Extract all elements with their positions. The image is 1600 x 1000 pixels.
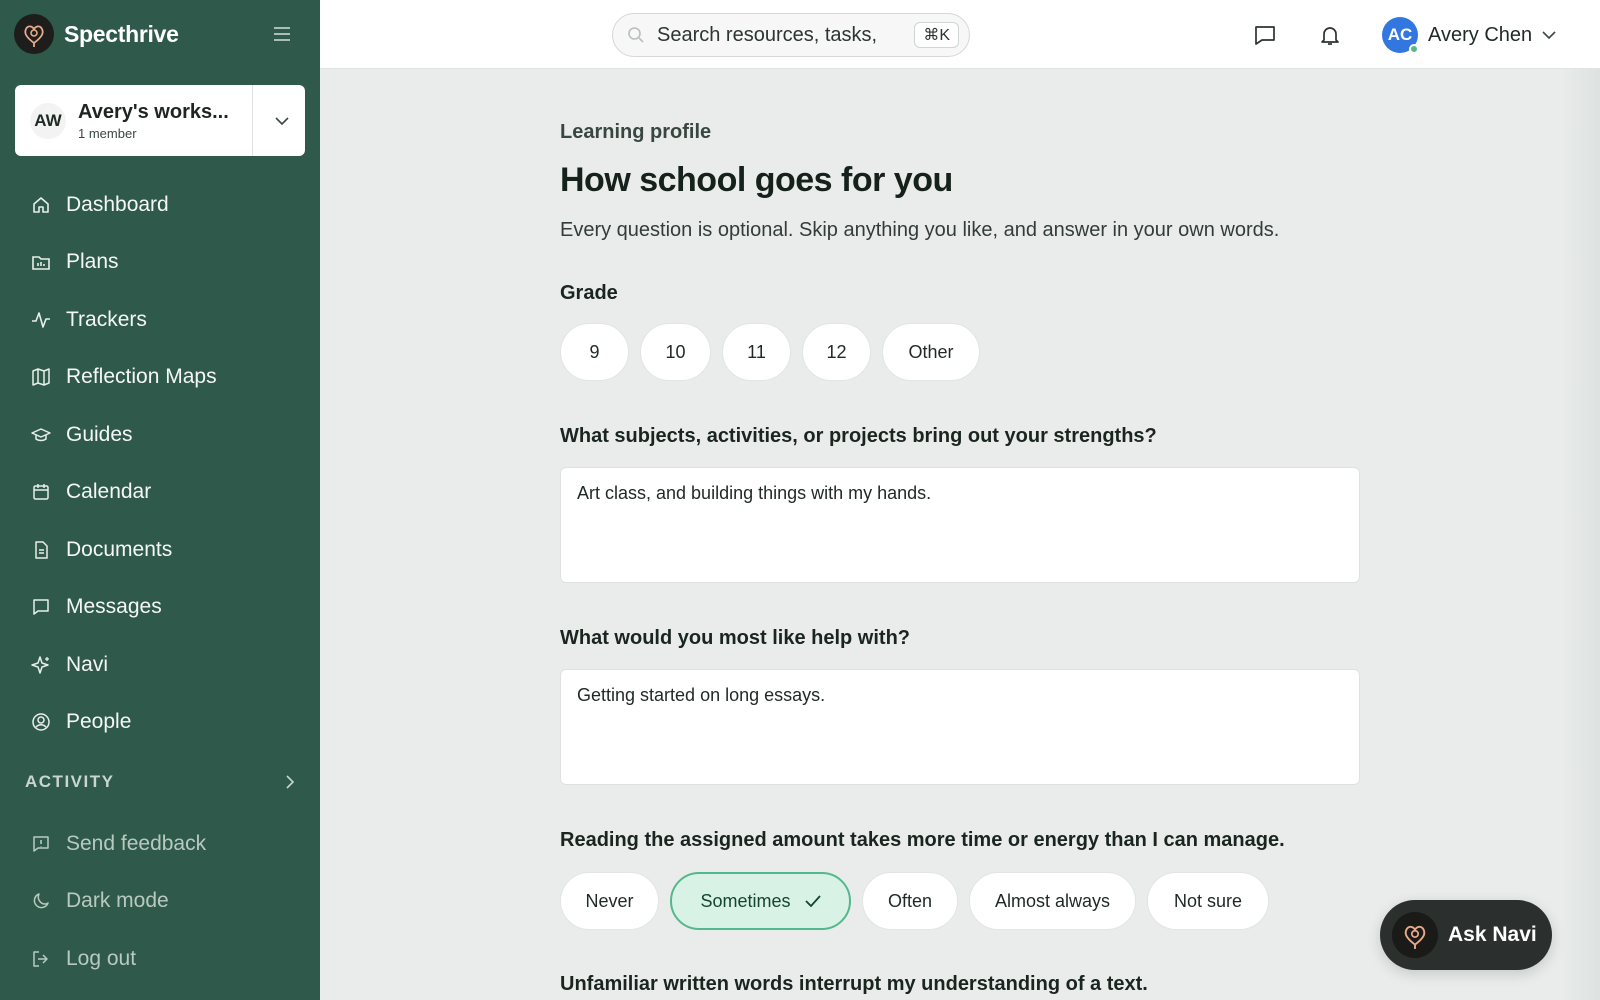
reading-option-sometimes-label: Sometimes (700, 890, 791, 911)
avatar: AC (1382, 17, 1419, 54)
ask-navi-button[interactable]: Ask Navi (1380, 900, 1552, 970)
strengths-answer-field[interactable]: Art class, and building things with my h… (560, 467, 1360, 583)
grade-option-12[interactable]: 12 (802, 323, 871, 381)
reading-option-never[interactable]: Never (560, 872, 659, 930)
online-status-dot (1409, 44, 1419, 54)
search-placeholder: Search resources, tasks, (657, 23, 878, 46)
navi-logo-icon (1392, 912, 1438, 958)
help-answer-field[interactable]: Getting started on long essays. (560, 669, 1360, 785)
sidebar-item-documents[interactable]: Documents (0, 521, 320, 579)
chevron-right-icon (286, 775, 295, 789)
graduation-cap-icon (31, 428, 51, 441)
sidebar-item-messages[interactable]: Messages (0, 579, 320, 637)
reading-option-almost-always[interactable]: Almost always (969, 872, 1136, 930)
sidebar-item-log-out[interactable]: Log out (0, 930, 320, 988)
home-icon (33, 196, 49, 213)
sidebar-item-calendar[interactable]: Calendar (0, 464, 320, 522)
sidebar-item-label: Log out (66, 946, 137, 970)
grade-options: 9 10 11 12 Other (560, 323, 980, 381)
reading-options: Never Sometimes Often Almost always Not … (560, 872, 1269, 930)
page-eyebrow: Learning profile (560, 121, 712, 143)
logout-icon (33, 951, 48, 967)
feedback-icon (33, 836, 49, 852)
grade-option-10[interactable]: 10 (640, 323, 711, 381)
secondary-nav: Send feedback Dark mode Log out (0, 815, 320, 988)
map-icon (32, 368, 50, 386)
activity-icon (32, 311, 50, 328)
sidebar-item-label: Send feedback (66, 831, 207, 855)
sidebar-item-label: Reflection Maps (66, 365, 217, 389)
search-shortcut-badge: ⌘K (914, 22, 959, 48)
reading-option-often[interactable]: Often (862, 872, 958, 930)
person-circle-icon (32, 713, 50, 731)
menu-collapse-icon[interactable] (270, 22, 294, 46)
sidebar-item-label: Guides (66, 422, 133, 446)
sidebar-item-label: Dashboard (66, 192, 169, 216)
sidebar-item-label: Navi (66, 652, 109, 676)
sidebar-item-label: People (66, 710, 132, 734)
page-title: How school goes for you (560, 161, 953, 199)
sidebar-item-send-feedback[interactable]: Send feedback (0, 815, 320, 873)
sidebar-item-dashboard[interactable]: Dashboard (0, 176, 320, 234)
topbar: Search resources, tasks, ⌘K AC Avery Che… (320, 0, 1600, 69)
reading-question: Reading the assigned amount takes more t… (560, 829, 1285, 851)
sidebar-item-plans[interactable]: Plans (0, 234, 320, 292)
sparkle-icon (31, 656, 49, 674)
brand-logo-icon (14, 14, 54, 54)
chevron-down-icon[interactable] (270, 109, 294, 133)
main-nav: Dashboard Plans Trackers Reflection Maps… (0, 176, 320, 751)
activity-section-toggle[interactable]: ACTIVITY (25, 770, 295, 794)
grade-option-9[interactable]: 9 (560, 323, 629, 381)
avatar-initials: AC (1387, 25, 1413, 44)
activity-section-label: ACTIVITY (25, 772, 115, 791)
chevron-down-icon (1542, 30, 1556, 39)
folder-chart-icon (32, 256, 50, 271)
search-input[interactable]: Search resources, tasks, ⌘K (612, 13, 970, 57)
help-question: What would you most like help with? (560, 627, 910, 649)
ask-navi-label: Ask Navi (1448, 923, 1537, 946)
strengths-question: What subjects, activities, or projects b… (560, 425, 1157, 447)
bell-icon[interactable] (1317, 22, 1343, 48)
user-menu[interactable]: AC Avery Chen (1382, 17, 1556, 54)
grade-option-11[interactable]: 11 (722, 323, 791, 381)
words-question: Unfamiliar written words interrupt my un… (560, 973, 1148, 995)
reading-option-sometimes[interactable]: Sometimes (670, 872, 851, 930)
brand-name: Specthrive (64, 20, 179, 47)
search-icon (628, 27, 644, 43)
chat-icon[interactable] (1252, 22, 1278, 48)
brand[interactable]: Specthrive (14, 14, 179, 54)
sidebar-item-navi[interactable]: Navi (0, 636, 320, 694)
document-icon (35, 541, 48, 559)
sidebar-item-people[interactable]: People (0, 694, 320, 752)
calendar-icon (33, 484, 49, 500)
grade-label: Grade (560, 282, 618, 304)
moon-icon (33, 893, 49, 909)
sidebar-item-label: Documents (66, 537, 173, 561)
workspace-members: 1 member (78, 125, 137, 141)
workspace-avatar: AW (30, 102, 66, 139)
reading-option-not-sure[interactable]: Not sure (1147, 872, 1269, 930)
workspace-switcher[interactable]: AW Avery's works... 1 member (15, 85, 305, 156)
sidebar-item-label: Calendar (66, 480, 152, 504)
workspace-name: Avery's works... (78, 100, 229, 123)
sidebar-item-dark-mode[interactable]: Dark mode (0, 873, 320, 931)
page-subtitle: Every question is optional. Skip anythin… (560, 219, 1280, 241)
scroll-shade (1560, 69, 1600, 1000)
sidebar-item-label: Dark mode (66, 889, 169, 913)
sidebar-item-label: Trackers (66, 307, 147, 331)
sidebar-item-reflection-maps[interactable]: Reflection Maps (0, 349, 320, 407)
grade-option-other[interactable]: Other (882, 323, 980, 381)
sidebar-item-guides[interactable]: Guides (0, 406, 320, 464)
sidebar-item-trackers[interactable]: Trackers (0, 291, 320, 349)
workspace-divider (252, 85, 253, 156)
user-name: Avery Chen (1428, 23, 1533, 46)
sidebar-item-label: Messages (66, 595, 162, 619)
sidebar: Specthrive AW Avery's works... 1 member … (0, 0, 320, 1000)
checkmark-icon (804, 895, 821, 907)
message-icon (33, 599, 49, 615)
sidebar-item-label: Plans (66, 250, 119, 274)
